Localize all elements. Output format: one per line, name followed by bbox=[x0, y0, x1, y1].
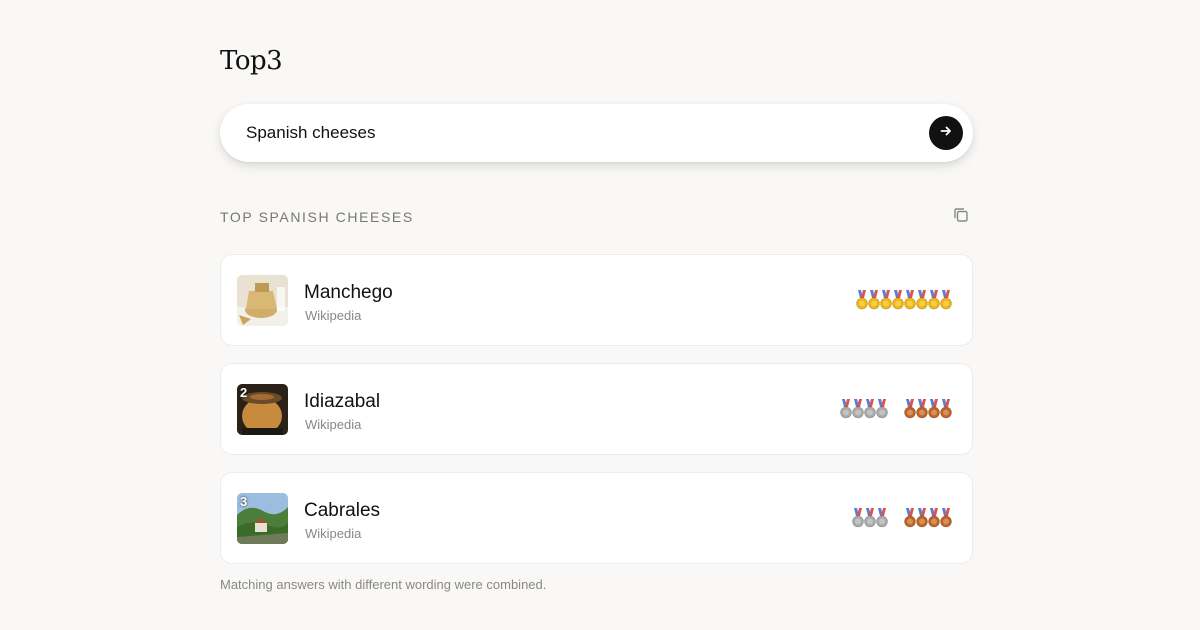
bronze-medal-icon bbox=[940, 508, 952, 528]
medal-tally bbox=[856, 289, 952, 311]
bronze-medal-icon bbox=[904, 508, 916, 528]
page: Top3 TOP SPANISH CHEESES bbox=[0, 0, 1200, 630]
result-name: Cabrales bbox=[304, 500, 381, 521]
bronze-medal-icon bbox=[928, 399, 940, 419]
arrow-right-icon bbox=[940, 124, 952, 142]
result-source[interactable]: Wikipedia bbox=[305, 526, 361, 541]
bronze-medal-icon bbox=[928, 508, 940, 528]
gold-medal-icon bbox=[940, 290, 952, 310]
bronze-medal-icon bbox=[940, 399, 952, 419]
bronze-medal-icon bbox=[916, 399, 928, 419]
rank-badge: 2 bbox=[240, 385, 248, 400]
silver-medal-icon bbox=[852, 399, 864, 419]
result-source[interactable]: Wikipedia bbox=[305, 417, 361, 432]
gold-medal-icon bbox=[928, 290, 940, 310]
submit-button[interactable] bbox=[929, 116, 963, 150]
gold-medals bbox=[856, 290, 952, 310]
result-thumbnail: 3 bbox=[237, 493, 288, 544]
silver-medal-icon bbox=[840, 399, 852, 419]
silver-medal-icon bbox=[864, 508, 876, 528]
bronze-medal-icon bbox=[904, 399, 916, 419]
copy-button[interactable] bbox=[951, 207, 971, 227]
result-thumbnail: 2 bbox=[237, 384, 288, 435]
gold-medal-icon bbox=[916, 290, 928, 310]
silver-medal-icon bbox=[852, 508, 864, 528]
silver-medal-icon bbox=[876, 508, 888, 528]
gold-medal-icon bbox=[868, 290, 880, 310]
result-card[interactable]: 1 Manchego Wikipedia bbox=[220, 254, 973, 346]
footer-note: Matching answers with different wording … bbox=[220, 577, 547, 592]
copy-icon bbox=[952, 206, 970, 229]
bronze-medal-icon bbox=[916, 508, 928, 528]
bronze-medals bbox=[904, 508, 952, 528]
rank-badge: 3 bbox=[240, 494, 248, 509]
silver-medal-icon bbox=[876, 399, 888, 419]
gold-medal-icon bbox=[892, 290, 904, 310]
result-source[interactable]: Wikipedia bbox=[305, 308, 361, 323]
result-name: Idiazabal bbox=[304, 391, 381, 412]
app-title: Top3 bbox=[220, 46, 283, 76]
silver-medals bbox=[852, 508, 888, 528]
gold-medal-icon bbox=[880, 290, 892, 310]
gold-medal-icon bbox=[904, 290, 916, 310]
silver-medals bbox=[840, 399, 888, 419]
result-thumbnail: 1 bbox=[237, 275, 288, 326]
result-card[interactable]: 2 Idiazabal Wikipedia bbox=[220, 363, 973, 455]
medal-tally bbox=[852, 507, 952, 529]
search-box bbox=[220, 104, 973, 162]
result-card[interactable]: 3 Cabrales Wikipedia bbox=[220, 472, 973, 564]
gold-medal-icon bbox=[856, 290, 868, 310]
results-heading: TOP SPANISH CHEESES bbox=[220, 209, 414, 225]
search-input[interactable] bbox=[246, 122, 906, 144]
result-name: Manchego bbox=[304, 282, 393, 303]
medal-tally bbox=[840, 398, 952, 420]
silver-medal-icon bbox=[864, 399, 876, 419]
bronze-medals bbox=[904, 399, 952, 419]
